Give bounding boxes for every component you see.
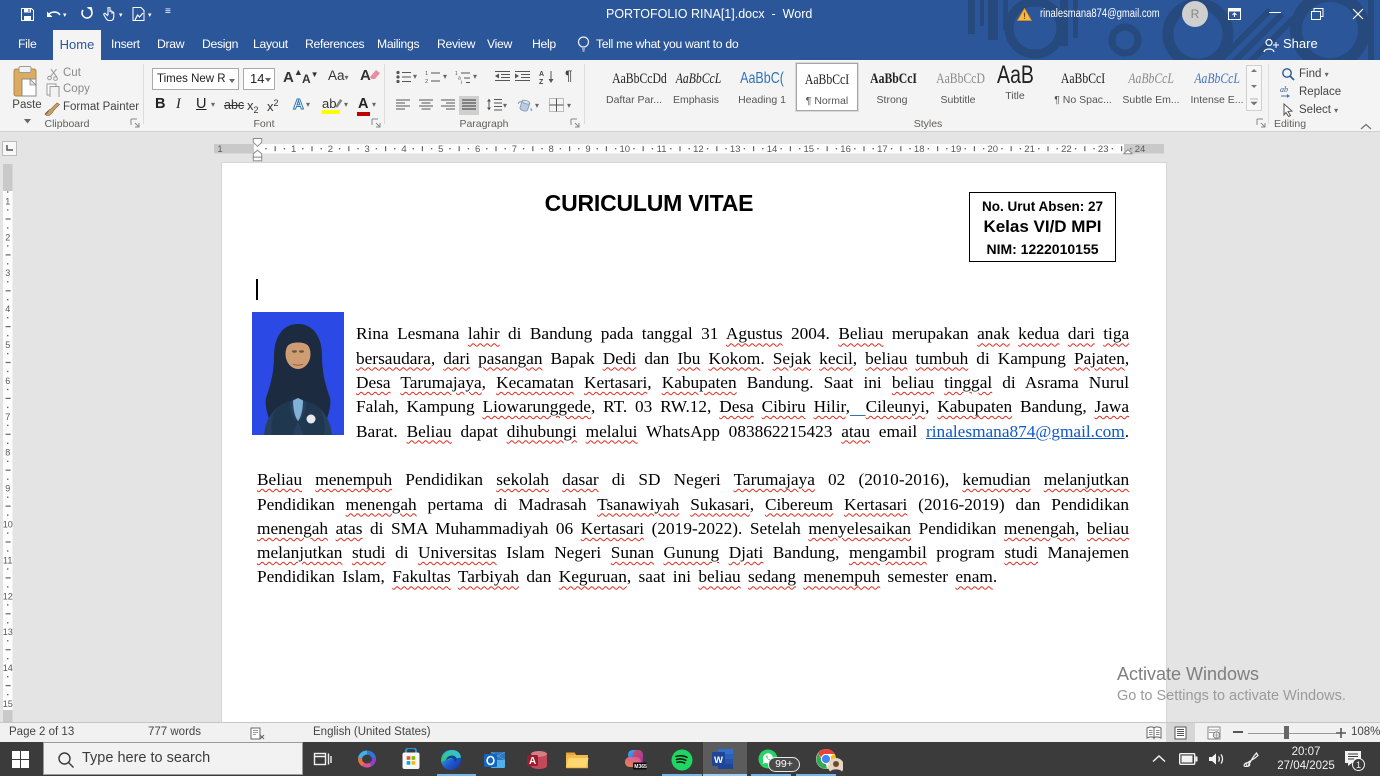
svg-text:1: 1 bbox=[291, 144, 296, 155]
svg-text:13: 13 bbox=[3, 627, 13, 637]
svg-text:13: 13 bbox=[730, 144, 741, 155]
svg-text:18: 18 bbox=[914, 144, 925, 155]
svg-text:21: 21 bbox=[1024, 144, 1035, 155]
svg-text:9: 9 bbox=[585, 144, 590, 155]
svg-text:M365: M365 bbox=[634, 764, 647, 770]
svg-text:15: 15 bbox=[3, 699, 13, 709]
svg-text:A: A bbox=[529, 756, 536, 767]
svg-text:3: 3 bbox=[5, 268, 10, 278]
svg-text:5: 5 bbox=[5, 340, 10, 350]
svg-text:10: 10 bbox=[3, 520, 13, 530]
svg-text:11: 11 bbox=[657, 144, 667, 155]
svg-text:12: 12 bbox=[693, 144, 704, 155]
svg-text:i: i bbox=[461, 80, 462, 84]
svg-text:2: 2 bbox=[5, 232, 10, 242]
svg-text:5: 5 bbox=[438, 144, 443, 155]
svg-text:1: 1 bbox=[5, 196, 10, 206]
svg-text:ab: ab bbox=[1280, 85, 1288, 94]
svg-text:12: 12 bbox=[3, 591, 13, 601]
svg-text:3: 3 bbox=[365, 144, 370, 155]
svg-text:17: 17 bbox=[877, 144, 888, 155]
svg-text:7: 7 bbox=[512, 144, 517, 155]
svg-text:Z: Z bbox=[539, 79, 544, 85]
svg-text:11: 11 bbox=[3, 555, 12, 565]
svg-text:9: 9 bbox=[5, 484, 10, 494]
svg-text:22: 22 bbox=[1061, 144, 1072, 155]
svg-text:15: 15 bbox=[804, 144, 815, 155]
svg-text:4: 4 bbox=[5, 304, 10, 314]
svg-text:10: 10 bbox=[620, 144, 631, 155]
svg-text:23: 23 bbox=[1098, 144, 1109, 155]
svg-text:1: 1 bbox=[217, 144, 222, 155]
svg-text:2: 2 bbox=[425, 79, 428, 84]
svg-text:14: 14 bbox=[767, 144, 778, 155]
svg-text:19: 19 bbox=[951, 144, 962, 155]
svg-text:6: 6 bbox=[5, 376, 10, 386]
svg-text:8: 8 bbox=[5, 448, 10, 458]
svg-text:A: A bbox=[539, 71, 544, 78]
svg-text:2: 2 bbox=[328, 144, 333, 155]
svg-text:16: 16 bbox=[840, 144, 851, 155]
svg-text:1: 1 bbox=[425, 71, 428, 77]
svg-text:14: 14 bbox=[3, 663, 13, 673]
svg-text:8: 8 bbox=[549, 144, 554, 155]
svg-text:24: 24 bbox=[1135, 144, 1146, 155]
svg-text:7: 7 bbox=[5, 412, 10, 422]
svg-text:!: ! bbox=[1023, 11, 1026, 21]
svg-text:20: 20 bbox=[988, 144, 999, 155]
svg-text:6: 6 bbox=[475, 144, 480, 155]
svg-text:W: W bbox=[714, 755, 723, 766]
svg-text:4: 4 bbox=[401, 144, 406, 155]
